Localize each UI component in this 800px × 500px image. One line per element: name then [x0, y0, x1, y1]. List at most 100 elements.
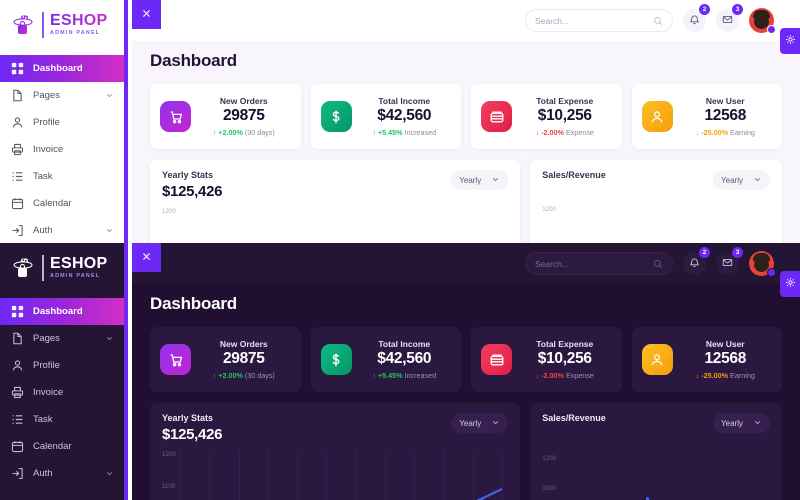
search-placeholder: Search... — [535, 15, 570, 26]
stat-card-new-orders[interactable]: New Orders 29875 ↑ +2.00% (30 days) — [150, 84, 301, 149]
list-icon — [11, 413, 24, 426]
stat-delta: ↑ +2.00% (30 days) — [212, 371, 275, 380]
gear-icon — [785, 275, 796, 293]
sidebar-item-auth[interactable]: Auth — [0, 460, 124, 487]
stat-value: 12568 — [704, 350, 747, 367]
period-select-yearly-stats[interactable]: Yearly — [451, 413, 509, 433]
sidebar-item-label: Profile — [33, 360, 60, 371]
chart-card-sales-revenue: Sales/Revenue Yearly 1200 1000 — [530, 403, 782, 500]
dashboard-dark-theme: ESHOP ADMIN PANEL Dashboard Pages Profil… — [0, 243, 800, 500]
stat-card-new-user[interactable]: New User 12568 ↓ -25.00% Earning — [631, 84, 782, 149]
sidebar-item-calendar[interactable]: Calendar — [0, 190, 124, 217]
period-select-yearly-stats[interactable]: Yearly — [451, 170, 509, 190]
stat-label: New Orders — [219, 339, 268, 349]
stat-delta: ↑ +5.45% Increased — [372, 371, 437, 380]
stat-delta: ↓ -25.00% Earning — [695, 371, 755, 380]
sidebar-item-label: Invoice — [33, 144, 64, 155]
logo-divider — [42, 254, 44, 281]
period-select-sales-revenue[interactable]: Yearly — [713, 170, 770, 190]
avatar[interactable] — [749, 251, 776, 277]
sidebar-item-label: Pages — [33, 333, 60, 344]
main-area: Search... 2 3 Dashboard New Orders 29875… — [132, 0, 800, 243]
chevron-down-icon — [753, 175, 762, 186]
search-placeholder: Search... — [535, 258, 570, 269]
close-icon — [141, 249, 152, 267]
sidebar-item-dashboard[interactable]: Dashboard — [0, 55, 124, 82]
sidebar-item-pages[interactable]: Pages — [0, 82, 124, 109]
person-icon — [641, 101, 673, 132]
messages-button[interactable]: 3 — [716, 247, 743, 275]
notifications-button[interactable]: 2 — [683, 4, 710, 32]
chart-plot-yearly-stats: 1200 1100 — [162, 451, 508, 500]
sidebar-item-invoice[interactable]: Invoice — [0, 379, 124, 406]
status-badge — [767, 268, 776, 277]
period-select-sales-revenue[interactable]: Yearly — [713, 413, 770, 433]
sidebar-item-task[interactable]: Task — [0, 163, 124, 190]
stat-label: New Orders — [219, 96, 268, 106]
stat-delta-value: +2.00% — [218, 128, 243, 137]
status-badge — [767, 25, 776, 34]
sidebar-nav: Dashboard Pages Profile Invoice Task Cal… — [0, 55, 124, 243]
stat-card-total-income[interactable]: Total Income $42,560 ↑ +5.45% Increased — [310, 84, 461, 149]
close-sidebar-button[interactable] — [132, 243, 161, 272]
user-icon — [11, 359, 24, 372]
chevron-down-icon — [105, 91, 114, 100]
messages-button[interactable]: 3 — [716, 4, 743, 32]
stat-card-total-expense[interactable]: Total Expense $10,256 ↓ -2.00% Expense — [471, 327, 622, 392]
stat-value: 29875 — [222, 107, 265, 124]
search-input[interactable]: Search... — [525, 9, 673, 32]
avatar[interactable] — [749, 8, 776, 34]
page-content: Dashboard New Orders 29875 ↑ +2.00% (30 … — [132, 284, 800, 500]
calendar-icon — [11, 440, 24, 453]
period-select-value: Yearly — [459, 418, 482, 428]
bell-icon — [689, 255, 700, 273]
sidebar-item-profile[interactable]: Profile — [0, 109, 124, 136]
brand-subtitle: ADMIN PANEL — [50, 272, 101, 279]
sidebar-item-pages[interactable]: Pages — [0, 325, 124, 352]
mail-icon — [722, 255, 733, 273]
stat-delta-value: -25.00% — [701, 128, 729, 137]
sidebar-item-auth[interactable]: Auth — [0, 217, 124, 243]
stat-card-total-income[interactable]: Total Income $42,560 ↑ +5.45% Increased — [310, 327, 461, 392]
file-icon — [11, 89, 24, 102]
sidebar-item-profile[interactable]: Profile — [0, 352, 124, 379]
chart-title: Sales/Revenue — [542, 413, 606, 423]
stat-card-total-expense[interactable]: Total Expense $10,256 ↓ -2.00% Expense — [471, 84, 622, 149]
sidebar-item-label: Dashboard — [33, 63, 83, 74]
brand-logo[interactable]: ESHOP ADMIN PANEL — [0, 243, 124, 292]
search-input[interactable]: Search... — [525, 252, 673, 275]
stat-delta: ↑ +5.45% Increased — [372, 128, 437, 137]
brand-logo[interactable]: ESHOP ADMIN PANEL — [0, 0, 124, 49]
notifications-button[interactable]: 2 — [683, 247, 710, 275]
logo-divider — [42, 11, 44, 38]
period-select-value: Yearly — [721, 418, 743, 428]
stat-card-new-user[interactable]: New User 12568 ↓ -25.00% Earning — [631, 327, 782, 392]
period-select-value: Yearly — [721, 175, 743, 185]
stat-delta-value: -25.00% — [701, 371, 729, 380]
stat-delta: ↓ -2.00% Expense — [535, 128, 594, 137]
settings-toggle-button[interactable] — [780, 271, 800, 297]
sidebar-item-label: Dashboard — [33, 306, 83, 317]
chart-title: Yearly Stats — [162, 413, 214, 423]
stat-label: New User — [705, 339, 745, 349]
stat-delta-note: Increased — [404, 371, 437, 380]
brand-subtitle: ADMIN PANEL — [50, 29, 101, 36]
grid-icon — [11, 305, 24, 318]
stat-card-new-orders[interactable]: New Orders 29875 ↑ +2.00% (30 days) — [150, 327, 301, 392]
stat-label: Total Income — [378, 339, 431, 349]
close-sidebar-button[interactable] — [132, 0, 161, 29]
stat-delta: ↑ +2.00% (30 days) — [212, 128, 275, 137]
chart-card-yearly-stats: Yearly Stats $125,426 Yearly 1200 1100 — [150, 403, 521, 500]
sidebar-item-dashboard[interactable]: Dashboard — [0, 298, 124, 325]
sidebar-item-task[interactable]: Task — [0, 406, 124, 433]
settings-toggle-button[interactable] — [780, 28, 800, 54]
stat-delta-note: (30 days) — [244, 128, 275, 137]
wallet-icon — [481, 344, 512, 375]
sidebar-item-calendar[interactable]: Calendar — [0, 433, 124, 460]
sidebar-item-invoice[interactable]: Invoice — [0, 136, 124, 163]
stats-row: New Orders 29875 ↑ +2.00% (30 days) Tota… — [150, 84, 782, 149]
stat-delta-note: Expense — [565, 128, 594, 137]
chart-line-series — [476, 488, 503, 500]
chevron-down-icon — [105, 226, 114, 235]
printer-icon — [11, 143, 24, 156]
